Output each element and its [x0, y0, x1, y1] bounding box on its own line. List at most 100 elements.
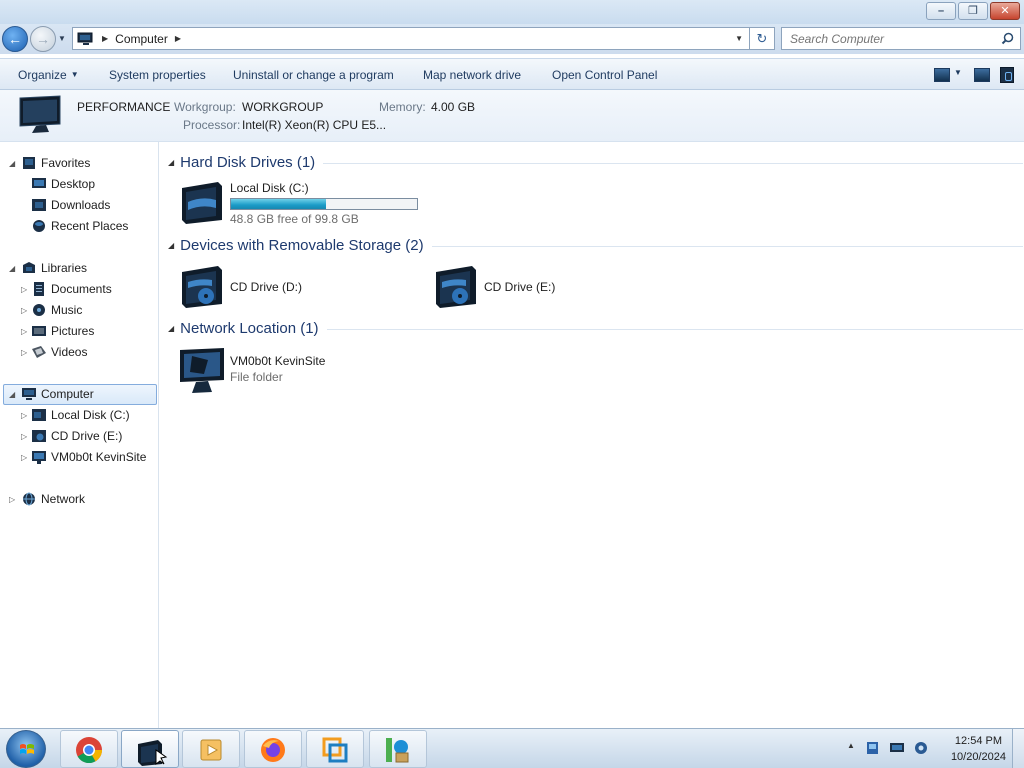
collapse-icon[interactable]: ◢ [168, 324, 174, 333]
address-bar[interactable]: ▶ Computer ▶ ▼ [72, 27, 750, 50]
collapse-icon[interactable]: ◢ [9, 390, 15, 399]
taskbar-sandbox-button[interactable] [369, 730, 427, 768]
change-view-icon[interactable] [934, 68, 950, 82]
group-header-removable[interactable]: ◢ Devices with Removable Storage (2) [168, 235, 1023, 255]
nav-network[interactable]: ▷ Network [0, 489, 158, 509]
drive-tile-local-disk[interactable]: Local Disk (C:) 48.8 GB free of 99.8 GB [178, 178, 458, 232]
memory-label: Memory: [379, 100, 426, 114]
collapse-icon[interactable]: ◢ [9, 159, 15, 168]
drive-free-space: 48.8 GB free of 99.8 GB [230, 212, 359, 226]
expand-icon[interactable]: ▷ [21, 432, 27, 441]
processor-value: Intel(R) Xeon(R) CPU E5... [242, 118, 387, 132]
expand-icon[interactable]: ▷ [21, 285, 27, 294]
nav-label: VM0b0t KevinSite [51, 450, 147, 464]
address-history-dropdown-icon[interactable]: ▼ [735, 34, 743, 43]
group-header-hard-disk[interactable]: ◢ Hard Disk Drives (1) [168, 152, 1023, 172]
navigation-pane: ◢ Favorites Desktop Downloads Recent Pla… [0, 142, 159, 728]
view-controls: ▼ [934, 67, 1014, 83]
show-desktop-button[interactable] [1012, 729, 1024, 768]
nav-documents[interactable]: ▷ Documents [0, 279, 158, 299]
collapse-icon[interactable]: ◢ [9, 264, 15, 273]
expand-icon[interactable]: ▷ [21, 306, 27, 315]
taskbar-chrome-button[interactable] [60, 730, 118, 768]
nav-libraries[interactable]: ◢ Libraries [0, 258, 158, 278]
disk-usage-fill [231, 199, 327, 209]
show-hidden-icons-icon[interactable]: ▲ [847, 741, 855, 750]
sandbox-icon [386, 738, 409, 763]
flag-notification-icon[interactable] [865, 741, 881, 755]
system-properties-button[interactable]: System properties [109, 68, 206, 82]
taskbar-media-player-button[interactable] [182, 730, 240, 768]
maximize-button[interactable]: ❐ [958, 2, 988, 20]
drive-name: CD Drive (D:) [230, 280, 302, 294]
nav-local-disk[interactable]: ▷ Local Disk (C:) [0, 405, 158, 425]
content-pane: ◢ Hard Disk Drives (1) Local Disk (C:) 4… [160, 142, 1024, 728]
expand-icon[interactable]: ▷ [21, 453, 27, 462]
nav-vm-site[interactable]: ▷ VM0b0t KevinSite [0, 447, 158, 467]
refresh-button[interactable]: ↻ [750, 27, 775, 50]
preview-pane-icon[interactable] [974, 68, 990, 82]
breadcrumb-computer[interactable]: Computer [115, 32, 168, 46]
nav-label: Local Disk (C:) [51, 408, 130, 422]
collapse-icon[interactable]: ◢ [168, 158, 174, 167]
forward-button[interactable]: → [30, 26, 56, 52]
nav-recent-places[interactable]: Recent Places [0, 216, 158, 236]
nav-desktop[interactable]: Desktop [0, 174, 158, 194]
help-icon[interactable] [1000, 67, 1014, 83]
clock[interactable]: 12:54 PM 10/20/2024 [951, 733, 1006, 765]
start-button[interactable] [6, 730, 46, 768]
view-options-dropdown-icon[interactable]: ▼ [954, 68, 964, 82]
open-control-panel-button[interactable]: Open Control Panel [552, 68, 657, 82]
network-status-icon[interactable] [889, 741, 905, 755]
taskbar-explorer-button[interactable] [121, 730, 179, 768]
map-network-drive-button[interactable]: Map network drive [423, 68, 521, 82]
media-player-icon [200, 739, 222, 761]
expand-icon[interactable]: ▷ [21, 348, 27, 357]
desktop-icon [32, 178, 46, 188]
search-input[interactable] [782, 31, 992, 46]
nav-label: Libraries [41, 261, 88, 275]
minimize-button[interactable]: – [926, 2, 956, 20]
uninstall-program-button[interactable]: Uninstall or change a program [233, 68, 394, 82]
nav-computer[interactable]: ◢ Computer [0, 384, 158, 405]
organize-button[interactable]: Organize ▼ [18, 68, 79, 82]
nav-favorites[interactable]: ◢ Favorites [0, 153, 158, 173]
downloads-icon [32, 199, 46, 211]
group-divider [323, 162, 1023, 164]
details-header: PERFORMANCE Workgroup: WORKGROUP Memory:… [0, 90, 1024, 142]
taskbar-vmware-button[interactable] [306, 730, 364, 768]
computer-name: PERFORMANCE [77, 100, 171, 114]
nav-downloads[interactable]: Downloads [0, 195, 158, 215]
breadcrumb-separator-icon[interactable]: ▶ [102, 34, 108, 43]
expand-icon[interactable]: ▷ [21, 411, 27, 420]
collapse-icon[interactable]: ◢ [168, 241, 174, 250]
nav-videos[interactable]: ▷ Videos [0, 342, 158, 362]
nav-music[interactable]: ▷ Music [0, 300, 158, 320]
libraries-icon [23, 262, 35, 273]
breadcrumb-chevron-icon[interactable]: ▶ [175, 34, 181, 43]
group-title: Devices with Removable Storage (2) [180, 236, 424, 254]
group-header-network[interactable]: ◢ Network Location (1) [168, 318, 1023, 338]
close-button[interactable]: ✕ [990, 2, 1020, 20]
recent-pages-dropdown-icon[interactable]: ▼ [58, 34, 66, 43]
expand-icon[interactable]: ▷ [21, 327, 27, 336]
recent-places-icon [33, 220, 45, 232]
volume-icon[interactable] [913, 741, 929, 755]
taskbar: ▲ 12:54 PM 10/20/2024 [0, 728, 1024, 768]
minimize-icon: – [937, 4, 945, 17]
drive-tile-cd-d[interactable]: CD Drive (D:) [178, 262, 408, 316]
location-name: VM0b0t KevinSite [230, 354, 326, 368]
expand-icon[interactable]: ▷ [9, 495, 15, 504]
drive-name: Local Disk (C:) [230, 181, 309, 195]
search-box[interactable] [781, 27, 1021, 50]
network-location-tile[interactable]: VM0b0t KevinSite File folder [178, 346, 408, 400]
nav-pictures[interactable]: ▷ Pictures [0, 321, 158, 341]
nav-cd-drive-e[interactable]: ▷ CD Drive (E:) [0, 426, 158, 446]
system-tray: ▲ 12:54 PM 10/20/2024 [839, 729, 1024, 768]
drive-tile-cd-e[interactable]: CD Drive (E:) [432, 262, 662, 316]
taskbar-firefox-button[interactable] [244, 730, 302, 768]
command-bar: Organize ▼ System properties Uninstall or… [0, 58, 1024, 90]
back-button[interactable]: ← [2, 26, 28, 52]
videos-icon [32, 346, 46, 358]
processor-label: Processor: [183, 118, 241, 132]
